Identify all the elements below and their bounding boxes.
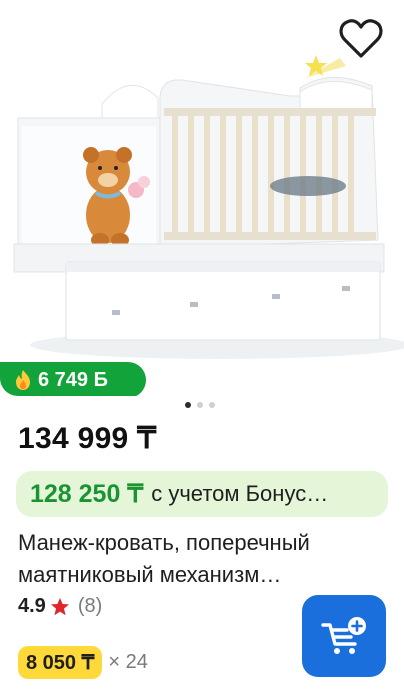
gallery-dot xyxy=(197,402,203,408)
installment-amount: 8 050 ₸ xyxy=(18,646,103,679)
favorite-button[interactable] xyxy=(338,18,384,60)
rating-value: 4.9 xyxy=(18,595,46,617)
product-title[interactable]: Манеж-кровать, поперечный маятниковый ме… xyxy=(18,527,388,591)
bonus-price-note: с учетом Бонус… xyxy=(151,481,329,506)
flame-icon xyxy=(16,370,30,390)
product-card[interactable]: 6 749 Б 134 999 ₸ 128 250 ₸ с учетом Бон… xyxy=(0,0,404,699)
bonus-price-banner[interactable]: 128 250 ₸ с учетом Бонус… xyxy=(16,471,388,517)
rating: 4.9 (8) xyxy=(18,595,102,618)
heart-outline-icon xyxy=(339,19,383,58)
star-icon xyxy=(50,597,69,615)
gallery-pagination xyxy=(185,402,215,408)
product-image-area[interactable]: 6 749 Б xyxy=(0,0,404,396)
gallery-dot xyxy=(209,402,215,408)
cart-add-icon xyxy=(321,617,366,654)
review-count: (8) xyxy=(77,595,103,617)
bonus-badge: 6 749 Б xyxy=(0,362,146,396)
add-to-cart-button[interactable] xyxy=(302,595,386,677)
installment: 8 050 ₸ × 24 xyxy=(18,646,148,679)
installment-term: × 24 xyxy=(108,651,148,673)
gallery-dot-active xyxy=(185,402,191,408)
product-price: 134 999 ₸ xyxy=(18,422,157,455)
bonus-amount: 6 749 Б xyxy=(38,368,108,391)
bonus-price: 128 250 ₸ xyxy=(30,480,144,508)
